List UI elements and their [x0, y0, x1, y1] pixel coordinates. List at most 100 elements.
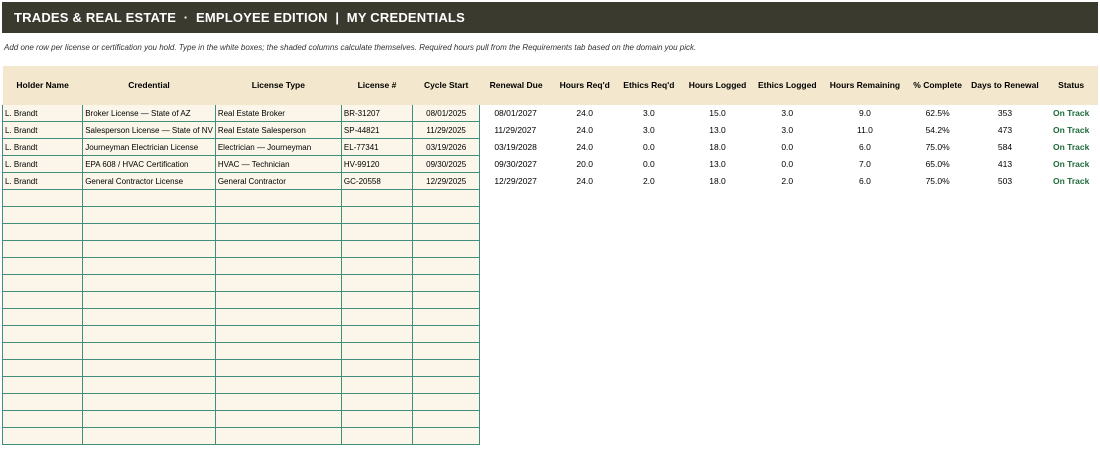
credential-cell[interactable] — [82, 376, 216, 394]
cycle-start-cell[interactable]: 09/30/2025 — [411, 155, 481, 173]
credential-cell[interactable] — [82, 223, 216, 241]
license-type-cell[interactable]: Electrician — Journeyman — [214, 138, 342, 156]
license-number-cell[interactable]: GC-20558 — [340, 172, 413, 190]
holder-name-cell[interactable] — [1, 223, 84, 241]
credential-cell[interactable]: EPA 608 / HVAC Certification — [82, 155, 216, 173]
col-hours-logged[interactable]: Hours Logged — [680, 66, 755, 105]
holder-name-cell[interactable]: L. Brandt — [1, 155, 84, 173]
cycle-start-cell[interactable] — [411, 410, 481, 428]
holder-name-cell[interactable] — [1, 308, 84, 326]
col-cycle-start[interactable]: Cycle Start — [412, 66, 480, 105]
license-type-cell[interactable]: General Contractor — [214, 172, 342, 190]
holder-name-cell[interactable] — [1, 393, 84, 411]
license-type-cell[interactable] — [214, 427, 342, 445]
cycle-start-cell[interactable] — [411, 223, 481, 241]
cycle-start-cell[interactable] — [411, 325, 481, 343]
license-type-cell[interactable] — [214, 342, 342, 360]
license-type-cell[interactable] — [214, 189, 342, 207]
cycle-start-cell[interactable] — [411, 240, 481, 258]
credential-cell[interactable] — [82, 291, 216, 309]
col-hours-remaining[interactable]: Hours Remaining — [820, 66, 910, 105]
license-type-cell[interactable] — [214, 376, 342, 394]
license-type-cell[interactable] — [214, 410, 342, 428]
holder-name-cell[interactable] — [1, 342, 84, 360]
license-type-cell[interactable] — [214, 274, 342, 292]
col-days-to-renewal[interactable]: Days to Renewal — [965, 66, 1045, 105]
license-number-cell[interactable] — [340, 257, 413, 275]
license-type-cell[interactable] — [214, 206, 342, 224]
license-type-cell[interactable]: Real Estate Salesperson — [214, 121, 342, 139]
credential-cell[interactable]: Salesperson License — State of NV — [82, 121, 216, 139]
license-number-cell[interactable]: HV-99120 — [340, 155, 413, 173]
license-type-cell[interactable]: Real Estate Broker — [214, 104, 342, 122]
holder-name-cell[interactable] — [1, 257, 84, 275]
holder-name-cell[interactable] — [1, 325, 84, 343]
cycle-start-cell[interactable] — [411, 189, 481, 207]
license-number-cell[interactable] — [340, 223, 413, 241]
holder-name-cell[interactable] — [1, 291, 84, 309]
cycle-start-cell[interactable]: 11/29/2025 — [411, 121, 481, 139]
cycle-start-cell[interactable] — [411, 257, 481, 275]
license-number-cell[interactable] — [340, 342, 413, 360]
col-credential[interactable]: Credential — [82, 66, 216, 105]
credential-cell[interactable] — [82, 206, 216, 224]
license-type-cell[interactable] — [214, 308, 342, 326]
col-ethics-reqd[interactable]: Ethics Req'd — [617, 66, 681, 105]
cycle-start-cell[interactable]: 12/29/2025 — [411, 172, 481, 190]
holder-name-cell[interactable] — [1, 206, 84, 224]
col-holder-name[interactable]: Holder Name — [2, 66, 83, 105]
credential-cell[interactable] — [82, 393, 216, 411]
col-license-number[interactable]: License # — [341, 66, 413, 105]
col-pct-complete[interactable]: % Complete — [909, 66, 966, 105]
holder-name-cell[interactable] — [1, 359, 84, 377]
cycle-start-cell[interactable] — [411, 206, 481, 224]
cycle-start-cell[interactable] — [411, 393, 481, 411]
license-type-cell[interactable] — [214, 393, 342, 411]
cycle-start-cell[interactable] — [411, 308, 481, 326]
cycle-start-cell[interactable] — [411, 291, 481, 309]
col-status[interactable]: Status — [1044, 66, 1098, 105]
col-ethics-logged[interactable]: Ethics Logged — [754, 66, 821, 105]
license-type-cell[interactable] — [214, 291, 342, 309]
cycle-start-cell[interactable] — [411, 376, 481, 394]
credential-cell[interactable] — [82, 257, 216, 275]
holder-name-cell[interactable] — [1, 376, 84, 394]
license-number-cell[interactable]: EL-77341 — [340, 138, 413, 156]
cycle-start-cell[interactable]: 03/19/2026 — [411, 138, 481, 156]
credential-cell[interactable] — [82, 240, 216, 258]
credential-cell[interactable] — [82, 410, 216, 428]
col-license-type[interactable]: License Type — [215, 66, 342, 105]
license-number-cell[interactable] — [340, 291, 413, 309]
license-number-cell[interactable] — [340, 274, 413, 292]
license-number-cell[interactable] — [340, 410, 413, 428]
credential-cell[interactable]: Journeyman Electrician License — [82, 138, 216, 156]
cycle-start-cell[interactable] — [411, 359, 481, 377]
holder-name-cell[interactable] — [1, 410, 84, 428]
credential-cell[interactable] — [82, 274, 216, 292]
credential-cell[interactable]: Broker License — State of AZ — [82, 104, 216, 122]
license-number-cell[interactable] — [340, 189, 413, 207]
holder-name-cell[interactable]: L. Brandt — [1, 121, 84, 139]
cycle-start-cell[interactable] — [411, 427, 481, 445]
license-number-cell[interactable]: SP-44821 — [340, 121, 413, 139]
cycle-start-cell[interactable] — [411, 342, 481, 360]
cycle-start-cell[interactable] — [411, 274, 481, 292]
license-number-cell[interactable] — [340, 240, 413, 258]
credential-cell[interactable]: General Contractor License — [82, 172, 216, 190]
license-type-cell[interactable] — [214, 359, 342, 377]
license-type-cell[interactable] — [214, 325, 342, 343]
holder-name-cell[interactable] — [1, 274, 84, 292]
holder-name-cell[interactable]: L. Brandt — [1, 172, 84, 190]
license-number-cell[interactable] — [340, 376, 413, 394]
credential-cell[interactable] — [82, 359, 216, 377]
license-number-cell[interactable]: BR-31207 — [340, 104, 413, 122]
col-renewal-due[interactable]: Renewal Due — [479, 66, 553, 105]
credential-cell[interactable] — [82, 189, 216, 207]
credential-cell[interactable] — [82, 308, 216, 326]
license-number-cell[interactable] — [340, 325, 413, 343]
license-number-cell[interactable] — [340, 308, 413, 326]
holder-name-cell[interactable]: L. Brandt — [1, 104, 84, 122]
license-type-cell[interactable] — [214, 240, 342, 258]
col-hours-reqd[interactable]: Hours Req'd — [552, 66, 618, 105]
credential-cell[interactable] — [82, 427, 216, 445]
